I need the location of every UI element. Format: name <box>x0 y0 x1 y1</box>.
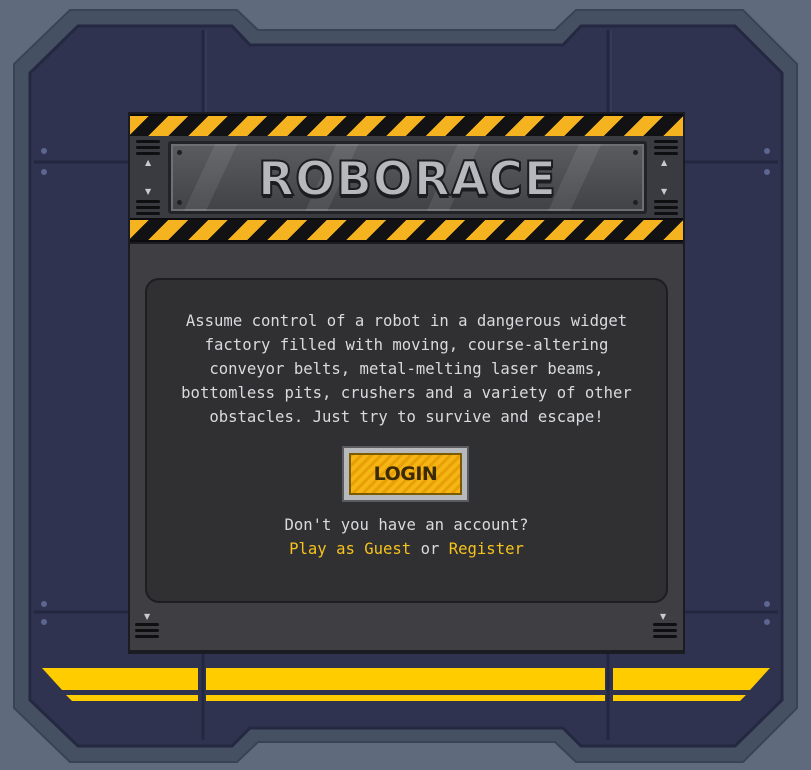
vent-icon <box>654 140 678 158</box>
rivet-icon <box>177 150 182 155</box>
title-plate: ROBORACE <box>168 141 647 214</box>
login-button-face[interactable]: LOGIN <box>349 453 462 495</box>
hazard-stripe-bottom <box>130 218 683 242</box>
arrow-down-icon: ▼ <box>145 187 152 196</box>
or-text: or <box>420 540 440 558</box>
rivet-icon <box>633 150 638 155</box>
game-description: Assume control of a robot in a dangerous… <box>181 312 632 426</box>
arrow-down-icon: ▼ <box>144 612 151 621</box>
register-link[interactable]: Register <box>449 540 524 558</box>
play-as-guest-link[interactable]: Play as Guest <box>289 540 411 558</box>
vent-icon <box>136 200 160 218</box>
vent-icon <box>653 623 677 641</box>
account-question: Don't you have an account? <box>284 516 529 534</box>
arrow-down-icon: ▼ <box>660 612 667 621</box>
account-links: Play as Guest or Register <box>170 537 643 561</box>
login-button[interactable]: LOGIN <box>342 446 469 502</box>
vent-icon <box>136 140 160 158</box>
arrow-down-icon: ▼ <box>661 187 668 196</box>
arrow-up-icon: ▲ <box>661 158 668 167</box>
rivet-icon <box>177 200 182 205</box>
vent-icon <box>654 200 678 218</box>
game-title: ROBORACE <box>257 151 558 208</box>
rivet-icon <box>633 200 638 205</box>
hazard-stripe-top <box>130 114 683 138</box>
login-button-label: LOGIN <box>373 463 438 485</box>
arrow-up-icon: ▲ <box>145 158 152 167</box>
vent-icon <box>135 623 159 641</box>
